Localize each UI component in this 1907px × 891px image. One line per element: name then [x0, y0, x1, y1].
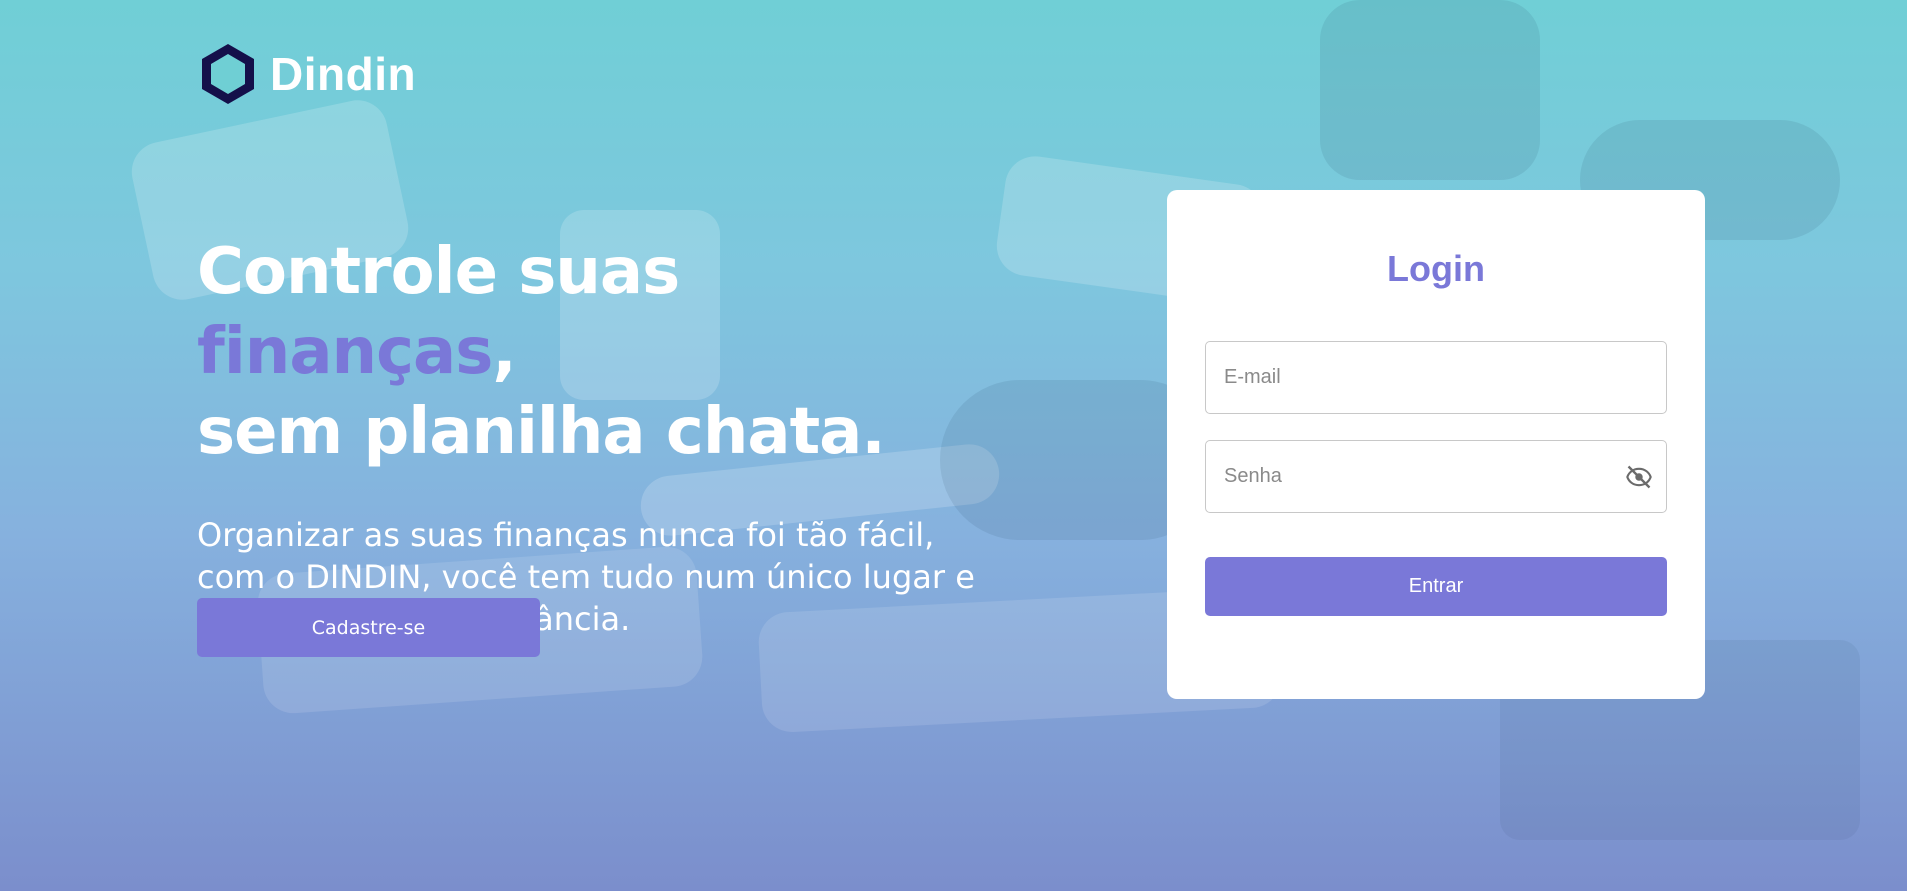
hero-section: Controle suas finanças, sem planilha cha… [197, 232, 997, 640]
login-submit-button[interactable]: Entrar [1205, 557, 1667, 616]
login-card: Login Entrar [1167, 190, 1705, 699]
eye-off-icon [1626, 465, 1652, 488]
login-title: Login [1387, 248, 1485, 289]
hero-title: Controle suas finanças, sem planilha cha… [197, 232, 997, 472]
email-field-wrapper [1205, 341, 1667, 414]
brand-logo[interactable]: Dindin [200, 42, 416, 106]
password-visibility-toggle[interactable] [1624, 462, 1654, 492]
signup-button[interactable]: Cadastre-se [197, 598, 540, 657]
hero-title-part2: , [492, 315, 516, 389]
brand-name: Dindin [270, 48, 417, 100]
password-field-wrapper [1205, 440, 1667, 513]
hero-title-part1: Controle suas [197, 235, 680, 309]
password-input[interactable] [1206, 441, 1616, 512]
hexagon-logo-icon [202, 44, 254, 104]
hero-title-accent: finanças [197, 315, 493, 389]
email-input[interactable] [1206, 342, 1666, 413]
hero-title-line2: sem planilha chata. [197, 395, 886, 469]
